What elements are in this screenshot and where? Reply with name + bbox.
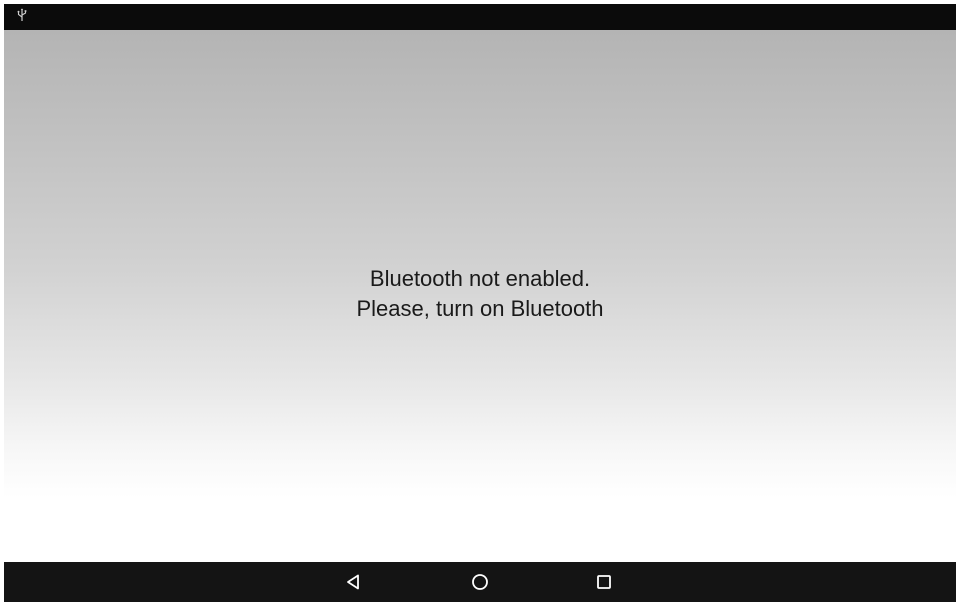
- bluetooth-message: Bluetooth not enabled. Please, turn on B…: [4, 264, 956, 324]
- bluetooth-message-line-2: Please, turn on Bluetooth: [356, 296, 604, 321]
- back-button[interactable]: [344, 572, 364, 592]
- main-content: Bluetooth not enabled. Please, turn on B…: [4, 30, 956, 562]
- recents-button[interactable]: [594, 572, 614, 592]
- back-icon: [347, 574, 359, 590]
- recents-icon: [597, 575, 611, 589]
- bluetooth-message-line-1: Bluetooth not enabled.: [369, 266, 591, 291]
- home-icon: [472, 574, 488, 590]
- screen: Bluetooth not enabled. Please, turn on B…: [0, 0, 964, 606]
- status-bar: [4, 4, 956, 30]
- usb-icon: [16, 8, 28, 22]
- navigation-bar: [4, 562, 956, 602]
- home-button[interactable]: [470, 572, 490, 592]
